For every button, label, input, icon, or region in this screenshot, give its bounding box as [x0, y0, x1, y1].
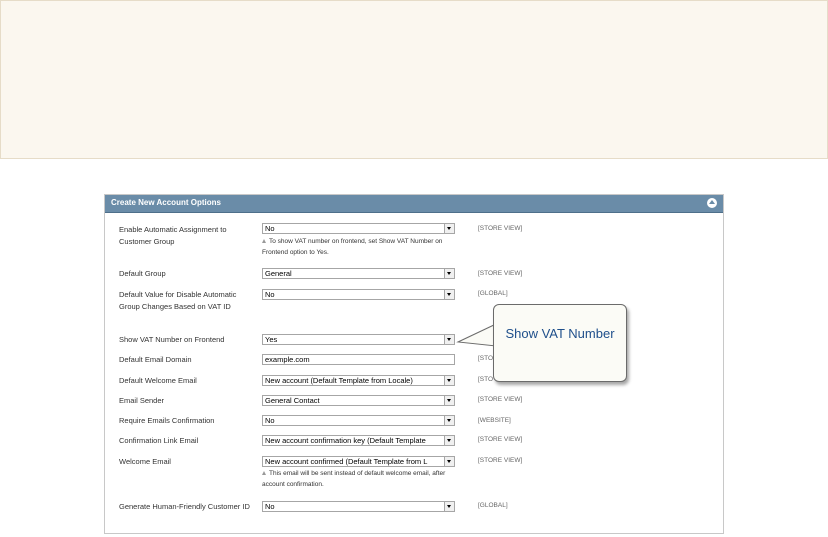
- dropdown-arrow-icon: [444, 290, 454, 299]
- label-default-welcome-email: Default Welcome Email: [119, 376, 197, 385]
- note-arrow-icon: [262, 239, 266, 244]
- top-banner: [0, 0, 828, 159]
- label-disable-group-changes: Default Value for Disable Automatic Grou…: [119, 290, 237, 311]
- label-default-email-domain: Default Email Domain: [119, 355, 192, 364]
- select-value: No: [265, 416, 275, 425]
- callout-pointer: [456, 323, 497, 347]
- callout-box: Show VAT Number: [493, 304, 627, 382]
- select-welcome-email[interactable]: New account confirmed (Default Template …: [262, 456, 455, 467]
- select-value: New account confirmation key (Default Te…: [265, 436, 426, 445]
- label-default-group: Default Group: [119, 269, 166, 278]
- dropdown-arrow-icon: [444, 416, 454, 425]
- scope-email-sender: [STORE VIEW]: [478, 396, 523, 403]
- label-human-friendly-id: Generate Human-Friendly Customer ID: [119, 502, 250, 511]
- note-welcome-email: This email will be sent instead of defau…: [262, 468, 462, 490]
- dropdown-arrow-icon: [444, 376, 454, 385]
- select-value: General: [265, 269, 292, 278]
- select-default-welcome-email[interactable]: New account (Default Template from Local…: [262, 375, 455, 386]
- select-disable-group-changes[interactable]: No: [262, 289, 455, 300]
- scope-human-friendly-id: [GLOBAL]: [478, 502, 508, 509]
- select-value: No: [265, 224, 275, 233]
- scope-welcome-email: [STORE VIEW]: [478, 457, 523, 464]
- dropdown-arrow-icon: [444, 436, 454, 445]
- note-text: This email will be sent instead of defau…: [262, 470, 446, 488]
- select-value: New account (Default Template from Local…: [265, 376, 413, 385]
- panel-header[interactable]: Create New Account Options: [105, 195, 723, 213]
- scope-require-email-confirmation: [WEBSITE]: [478, 417, 511, 424]
- select-email-sender[interactable]: General Contact: [262, 395, 455, 406]
- callout-text: Show VAT Number: [505, 326, 615, 341]
- select-require-email-confirmation[interactable]: No: [262, 415, 455, 426]
- scope-default-group: [STORE VIEW]: [478, 270, 523, 277]
- note-arrow-icon: [262, 471, 266, 476]
- label-enable-auto-assignment: Enable Automatic Assignment to Customer …: [119, 225, 227, 246]
- select-value: General Contact: [265, 396, 320, 405]
- scope-default-email-domain: [STO: [478, 355, 494, 362]
- select-value: No: [265, 502, 275, 511]
- scope-disable-group-changes: [GLOBAL]: [478, 290, 508, 297]
- select-human-friendly-id[interactable]: No: [262, 501, 455, 512]
- input-default-email-domain[interactable]: example.com: [262, 354, 455, 365]
- label-confirmation-link-email: Confirmation Link Email: [119, 436, 199, 445]
- scope-enable-auto-assignment: [STORE VIEW]: [478, 225, 523, 232]
- collapse-icon[interactable]: [707, 198, 717, 208]
- select-confirmation-link-email[interactable]: New account confirmation key (Default Te…: [262, 435, 455, 446]
- dropdown-arrow-icon: [444, 269, 454, 278]
- select-value: New account confirmed (Default Template …: [265, 457, 428, 466]
- select-value: No: [265, 290, 275, 299]
- note-vat-frontend: To show VAT number on frontend, set Show…: [262, 236, 462, 258]
- label-welcome-email: Welcome Email: [119, 457, 171, 466]
- select-value: Yes: [265, 335, 278, 344]
- dropdown-arrow-icon: [444, 335, 454, 344]
- input-value: example.com: [265, 355, 310, 364]
- panel-title: Create New Account Options: [111, 198, 221, 207]
- account-options-panel: Create New Account Options Enable Automa…: [104, 194, 724, 534]
- dropdown-arrow-icon: [444, 457, 454, 466]
- scope-confirmation-link-email: [STORE VIEW]: [478, 436, 523, 443]
- label-show-vat: Show VAT Number on Frontend: [119, 335, 225, 344]
- select-default-group[interactable]: General: [262, 268, 455, 279]
- dropdown-arrow-icon: [444, 396, 454, 405]
- scope-default-welcome-email: [STO: [478, 376, 494, 383]
- select-enable-auto-assignment[interactable]: No: [262, 223, 455, 234]
- label-require-email-confirmation: Require Emails Confirmation: [119, 416, 215, 425]
- note-text: To show VAT number on frontend, set Show…: [262, 238, 443, 256]
- label-email-sender: Email Sender: [119, 396, 165, 405]
- dropdown-arrow-icon: [444, 224, 454, 233]
- dropdown-arrow-icon: [444, 502, 454, 511]
- select-show-vat[interactable]: Yes: [262, 334, 455, 345]
